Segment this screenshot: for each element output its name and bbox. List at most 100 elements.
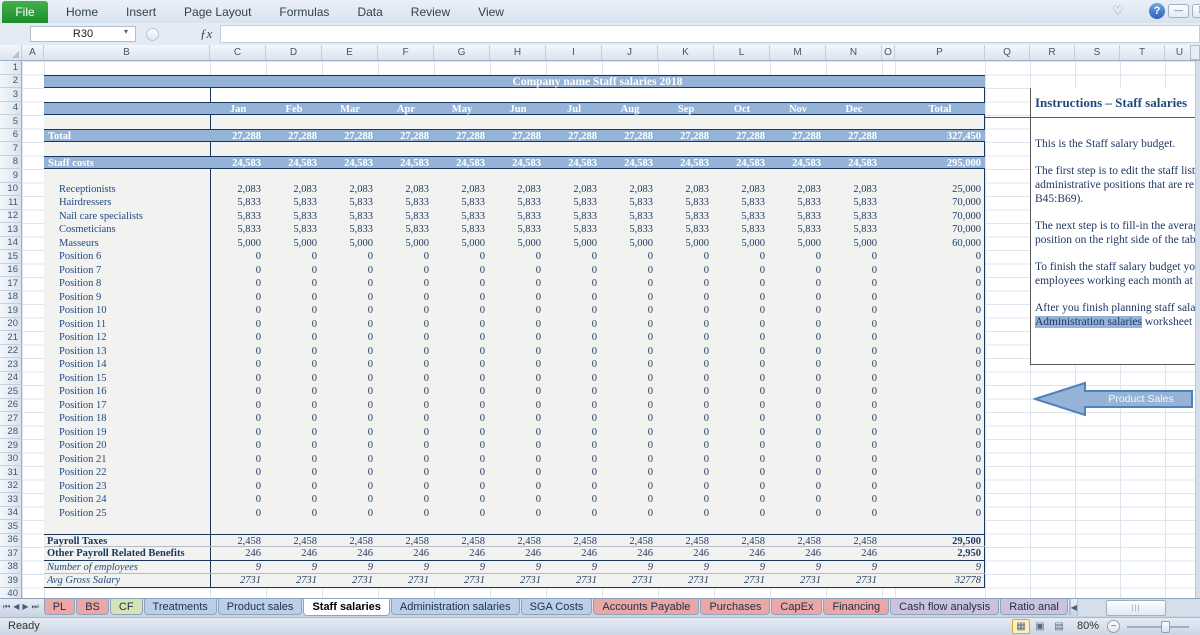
row-header-13[interactable]: 13: [0, 223, 22, 237]
row-header-3[interactable]: 3: [0, 88, 22, 102]
cell-month-7[interactable]: 2,083: [546, 183, 602, 197]
row-header-6[interactable]: 6: [0, 129, 22, 143]
summary-bottom-row[interactable]: Payroll Taxes2,4582,4582,4582,4582,4582,…: [44, 534, 985, 548]
cell-month-12[interactable]: 5,833: [826, 223, 882, 237]
cell-month-9[interactable]: 9: [658, 561, 714, 575]
cell-month-11[interactable]: 0: [770, 250, 826, 264]
cell-month-11[interactable]: 0: [770, 439, 826, 453]
cell-month-5[interactable]: 0: [434, 372, 490, 386]
cell-month-2[interactable]: 2,083: [266, 183, 322, 197]
cell-month-1[interactable]: 0: [210, 466, 266, 480]
cell-month-8[interactable]: 0: [602, 399, 658, 413]
row-label[interactable]: Position 7: [59, 264, 101, 278]
cell-month-6[interactable]: Jun: [490, 103, 546, 117]
cell-month-3[interactable]: 0: [322, 507, 378, 521]
row-label[interactable]: Position 12: [59, 331, 107, 345]
cell-month-8[interactable]: 0: [602, 493, 658, 507]
cell-month-7[interactable]: 0: [546, 426, 602, 440]
cell-month-3[interactable]: 0: [322, 277, 378, 291]
cell-month-5[interactable]: 0: [434, 304, 490, 318]
cell-month-7[interactable]: 2,458: [546, 535, 602, 549]
cell-month-9[interactable]: 0: [658, 426, 714, 440]
cell-month-8[interactable]: 5,833: [602, 210, 658, 224]
cell-month-1[interactable]: 5,833: [210, 210, 266, 224]
cell-month-11[interactable]: Nov: [770, 103, 826, 117]
column-header-A[interactable]: A: [22, 45, 44, 60]
cell-month-1[interactable]: 0: [210, 426, 266, 440]
cell-month-8[interactable]: 24,583: [602, 157, 658, 171]
cell-month-11[interactable]: 0: [770, 372, 826, 386]
row-label[interactable]: Position 9: [59, 291, 101, 305]
cell-month-12[interactable]: 0: [826, 358, 882, 372]
cell-month-10[interactable]: 5,833: [714, 210, 770, 224]
cell-month-8[interactable]: 0: [602, 412, 658, 426]
cell-month-11[interactable]: 2,458: [770, 535, 826, 549]
cell-month-3[interactable]: 5,833: [322, 196, 378, 210]
staff-row[interactable]: Position 100000000000000: [44, 304, 985, 318]
ribbon-tab-home[interactable]: Home: [52, 0, 112, 23]
cell-month-6[interactable]: 0: [490, 331, 546, 345]
cell-month-11[interactable]: 5,833: [770, 223, 826, 237]
column-header-N[interactable]: N: [826, 45, 882, 60]
cell-month-3[interactable]: 0: [322, 426, 378, 440]
row-header-25[interactable]: 25: [0, 385, 22, 399]
row-label[interactable]: Position 18: [59, 412, 107, 426]
row-label[interactable]: Position 11: [59, 318, 106, 332]
cell-total[interactable]: 0: [895, 453, 985, 467]
administration-salaries-link[interactable]: Administration salaries: [1035, 316, 1142, 328]
cell-month-2[interactable]: 0: [266, 358, 322, 372]
cell-month-11[interactable]: 0: [770, 291, 826, 305]
cell-month-2[interactable]: 0: [266, 304, 322, 318]
cell-month-11[interactable]: 5,833: [770, 210, 826, 224]
cell-month-3[interactable]: 0: [322, 250, 378, 264]
staff-row[interactable]: Position 90000000000000: [44, 291, 985, 305]
column-header-J[interactable]: J: [602, 45, 658, 60]
row-header-34[interactable]: 34: [0, 507, 22, 521]
cell-month-12[interactable]: 0: [826, 345, 882, 359]
row-label[interactable]: Payroll Taxes: [47, 535, 107, 549]
cell-month-3[interactable]: 0: [322, 331, 378, 345]
cell-month-1[interactable]: 0: [210, 291, 266, 305]
cell-month-3[interactable]: 0: [322, 439, 378, 453]
row-label[interactable]: Number of employees: [47, 561, 138, 575]
row-label[interactable]: Position 22: [59, 466, 107, 480]
cell-month-8[interactable]: 0: [602, 385, 658, 399]
cell-month-11[interactable]: 0: [770, 507, 826, 521]
cell-total[interactable]: 70,000: [895, 196, 985, 210]
sheet-tab-cf[interactable]: CF: [110, 599, 143, 615]
cell-total[interactable]: 0: [895, 439, 985, 453]
cell-month-5[interactable]: 0: [434, 331, 490, 345]
cell-month-8[interactable]: 0: [602, 345, 658, 359]
cell-month-10[interactable]: 0: [714, 439, 770, 453]
cell-month-12[interactable]: 0: [826, 264, 882, 278]
cell-month-9[interactable]: 0: [658, 291, 714, 305]
cell-month-2[interactable]: 0: [266, 412, 322, 426]
cell-month-3[interactable]: 0: [322, 318, 378, 332]
sheet-tab-treatments[interactable]: Treatments: [144, 599, 217, 615]
cell-month-6[interactable]: 0: [490, 426, 546, 440]
cell-month-1[interactable]: 0: [210, 453, 266, 467]
cell-month-10[interactable]: 0: [714, 453, 770, 467]
instructions-box[interactable]: Instructions – Staff salaries This is th…: [1030, 88, 1200, 365]
vertical-scrollbar[interactable]: [1195, 61, 1200, 598]
cell-month-9[interactable]: 0: [658, 399, 714, 413]
cell-month-9[interactable]: 0: [658, 345, 714, 359]
cell-month-3[interactable]: Mar: [322, 103, 378, 117]
row-label[interactable]: Position 20: [59, 439, 107, 453]
cell-month-4[interactable]: 0: [378, 385, 434, 399]
cell-month-9[interactable]: 0: [658, 304, 714, 318]
cell-month-3[interactable]: 5,833: [322, 223, 378, 237]
page-break-view-icon[interactable]: ▤: [1050, 619, 1068, 634]
cell-month-1[interactable]: 0: [210, 493, 266, 507]
favorites-heart-icon[interactable]: ♡: [1112, 3, 1124, 19]
row-label[interactable]: Nail care specialists: [59, 210, 143, 224]
cell-month-12[interactable]: 0: [826, 291, 882, 305]
cell-month-6[interactable]: 0: [490, 372, 546, 386]
cell-month-2[interactable]: 0: [266, 507, 322, 521]
cell-month-3[interactable]: 2731: [322, 574, 378, 588]
row-header-27[interactable]: 27: [0, 412, 22, 426]
cell-month-7[interactable]: 2731: [546, 574, 602, 588]
cell-month-2[interactable]: 24,583: [266, 157, 322, 171]
cell-month-6[interactable]: 0: [490, 399, 546, 413]
column-header-F[interactable]: F: [378, 45, 434, 60]
